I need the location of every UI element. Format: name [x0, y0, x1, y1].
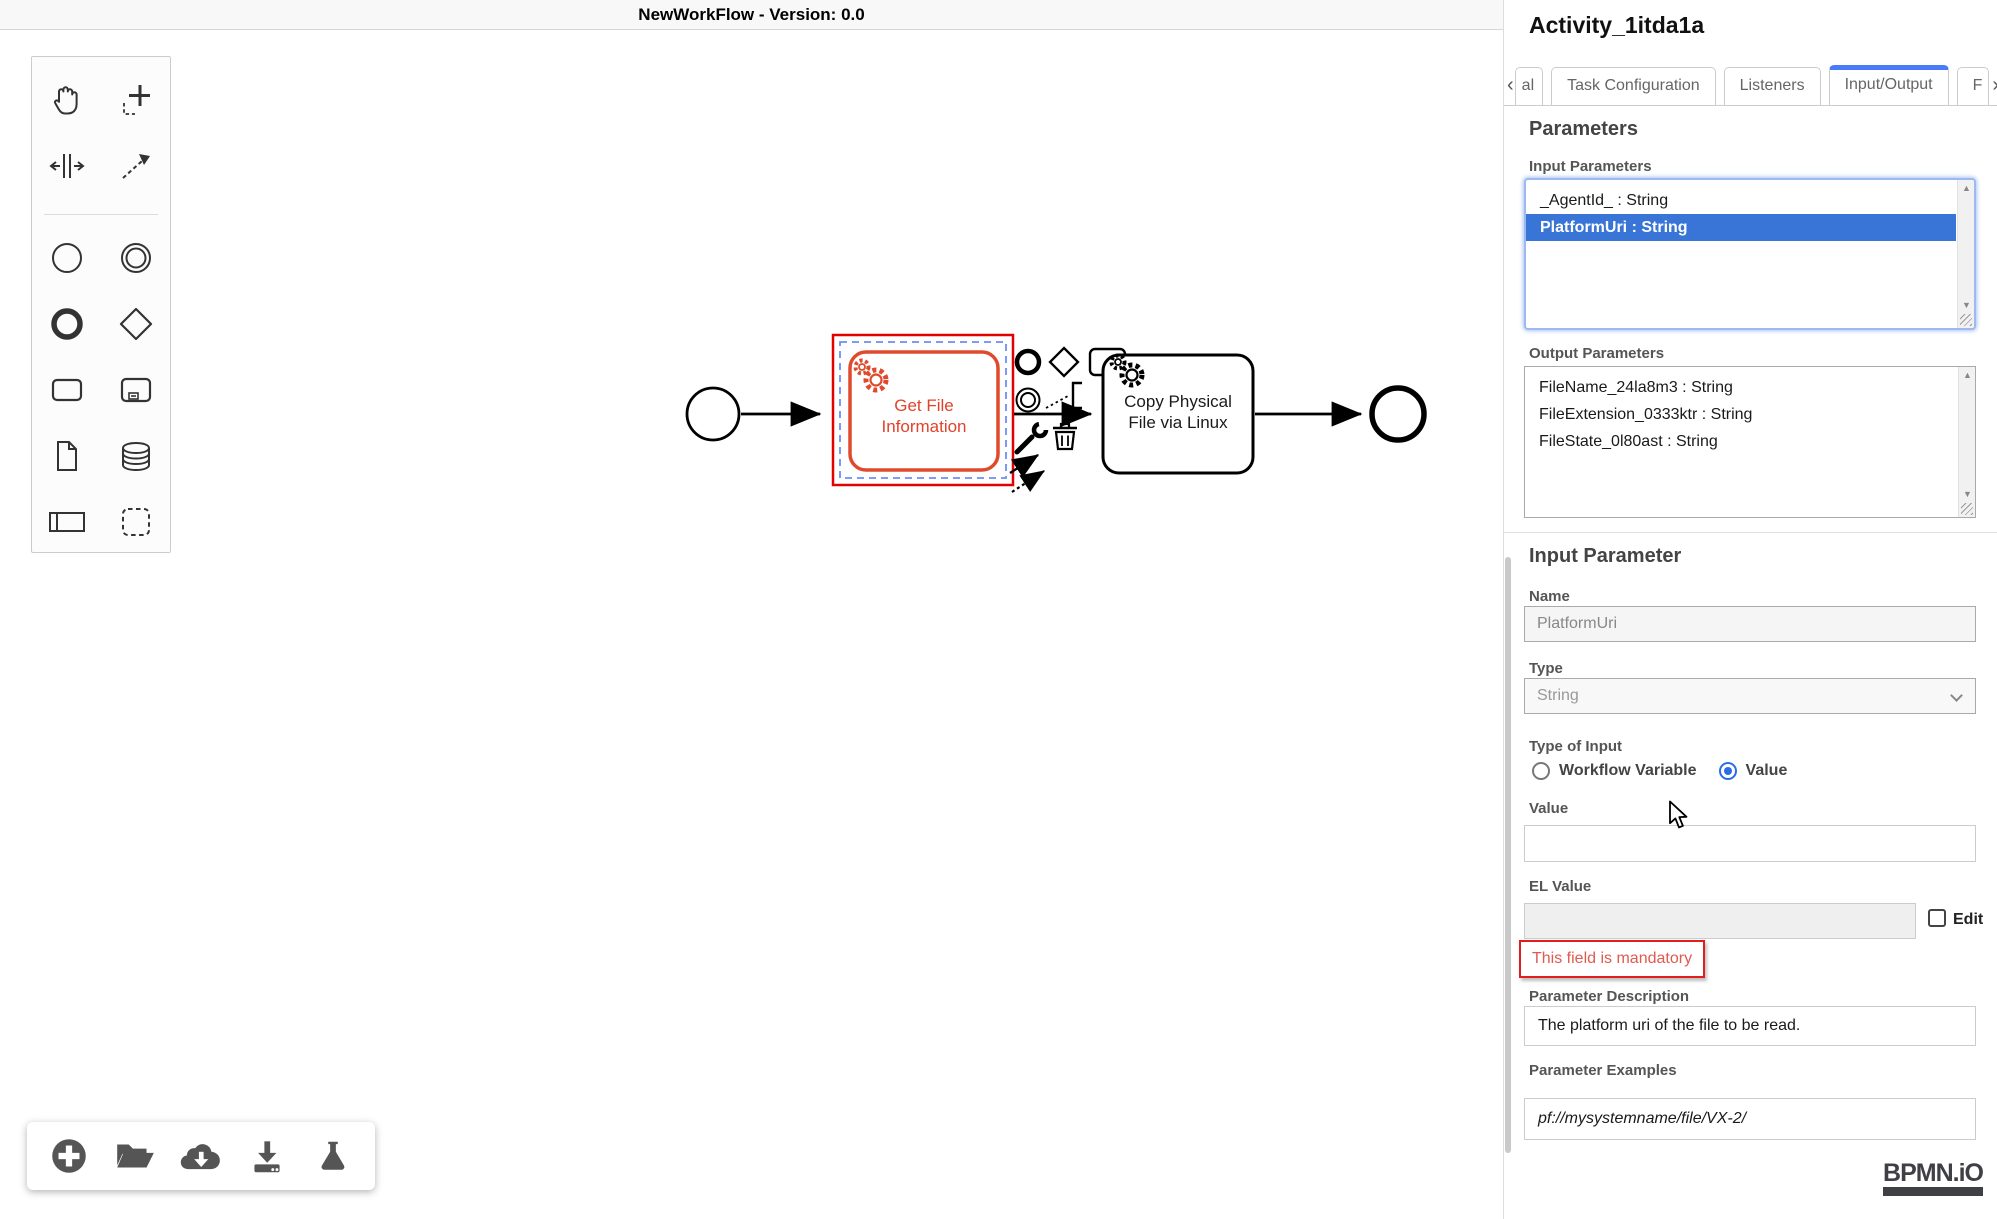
change-type-wrench-icon[interactable] [1017, 424, 1046, 452]
workflow-variable-radio[interactable] [1532, 762, 1550, 780]
create-group-icon[interactable] [101, 489, 170, 555]
edit-checkbox-label: Edit [1953, 911, 1983, 929]
parameter-description-value: The platform uri of the file to be read. [1524, 1006, 1976, 1046]
bpmn-palette [31, 56, 171, 553]
workflow-title-bar: NewWorkFlow - Version: 0.0 [0, 0, 1503, 30]
list-item[interactable]: _AgentId_ : String [1526, 187, 1956, 214]
value-radio[interactable] [1719, 762, 1737, 780]
new-diagram-button[interactable] [45, 1132, 93, 1180]
name-field[interactable] [1524, 606, 1976, 642]
append-end-event-icon[interactable] [1017, 351, 1039, 373]
bpmn-canvas[interactable]: Get File Information [0, 30, 1503, 1219]
scroll-down-icon[interactable]: ▼ [1959, 489, 1976, 499]
create-end-event-icon[interactable] [32, 291, 101, 357]
create-task-icon[interactable] [32, 357, 101, 423]
palette-separator [44, 199, 158, 215]
type-select[interactable]: String [1524, 678, 1976, 714]
listbox-scrollbar[interactable]: ▲ ▼ [1957, 180, 1974, 328]
create-data-store-icon[interactable] [101, 423, 170, 489]
input-parameters-label: Input Parameters [1529, 158, 1652, 175]
task1-label-line1: Get File [894, 396, 954, 415]
parameters-heading: Parameters [1529, 118, 1638, 141]
lasso-tool-icon[interactable] [101, 67, 170, 133]
properties-panel: Activity_1itda1a ‹ al Task Configuration… [1503, 0, 1997, 1219]
list-item-selected[interactable]: PlatformUri : String [1526, 214, 1956, 241]
create-subprocess-icon[interactable] [101, 357, 170, 423]
list-item[interactable]: FileState_0l80ast : String [1525, 428, 1957, 455]
value-field[interactable] [1524, 825, 1976, 862]
create-intermediate-event-icon[interactable] [101, 225, 170, 291]
download-button[interactable] [243, 1132, 291, 1180]
start-event-shape[interactable] [687, 388, 739, 440]
scroll-down-icon[interactable]: ▼ [1958, 300, 1975, 310]
task2-label-line1: Copy Physical [1124, 392, 1232, 411]
test-flask-button[interactable] [309, 1132, 357, 1180]
list-item[interactable]: FileName_24la8m3 : String [1525, 374, 1957, 401]
append-gateway-icon[interactable] [1050, 348, 1078, 376]
parameter-examples-label: Parameter Examples [1529, 1062, 1677, 1079]
space-tool-icon[interactable] [32, 133, 101, 199]
tab-bar: ‹ al Task Configuration Listeners Input/… [1504, 62, 1997, 106]
name-label: Name [1529, 588, 1570, 605]
tab-general-partial[interactable]: al [1515, 67, 1543, 105]
task2-label-line2: File via Linux [1128, 413, 1228, 432]
tab-listeners[interactable]: Listeners [1724, 67, 1821, 105]
mouse-cursor-icon [1666, 800, 1692, 835]
append-intermediate-event-icon[interactable] [1017, 389, 1040, 412]
tab-next-partial[interactable]: F [1957, 67, 1990, 105]
mandatory-error-message: This field is mandatory [1519, 940, 1705, 978]
global-connect-tool-icon[interactable] [101, 133, 170, 199]
parameter-examples-value: pf://mysystemname/file/VX-2/ [1524, 1098, 1976, 1140]
tabs-next-chevron-icon[interactable]: › [1989, 74, 1997, 105]
connect-association-icon[interactable] [1012, 471, 1044, 492]
edit-checkbox[interactable] [1928, 909, 1946, 927]
output-parameters-listbox[interactable]: FileName_24la8m3 : String FileExtension_… [1524, 366, 1976, 518]
type-of-input-label: Type of Input [1529, 738, 1622, 755]
scroll-up-icon[interactable]: ▲ [1959, 370, 1976, 380]
input-parameter-heading: Input Parameter [1529, 545, 1681, 568]
el-value-field[interactable] [1524, 903, 1916, 939]
tab-input-output[interactable]: Input/Output [1829, 65, 1949, 106]
parameter-description-label: Parameter Description [1529, 988, 1689, 1005]
bpmn-diagram: Get File Information [0, 30, 1503, 1219]
value-radio-label: Value [1746, 762, 1788, 780]
type-of-input-radios: Workflow Variable Value [1532, 762, 1787, 780]
workflow-variable-radio-label: Workflow Variable [1559, 762, 1697, 780]
resize-grip-icon[interactable] [1960, 314, 1972, 326]
open-file-button[interactable] [111, 1132, 159, 1180]
diagram-io-toolbar [27, 1122, 375, 1190]
delete-trash-icon[interactable] [1053, 424, 1077, 449]
el-value-label: EL Value [1529, 878, 1591, 895]
section-divider [1504, 532, 1997, 533]
panel-scrollbar-thumb[interactable] [1505, 557, 1511, 1153]
element-id-title: Activity_1itda1a [1529, 12, 1704, 39]
task1-label-line2: Information [881, 417, 966, 436]
type-label: Type [1529, 660, 1563, 677]
list-item[interactable]: FileExtension_0333ktr : String [1525, 401, 1957, 428]
chevron-down-icon [1950, 689, 1963, 702]
value-label: Value [1529, 800, 1568, 817]
workflow-title: NewWorkFlow - Version: 0.0 [638, 5, 864, 24]
cloud-download-button[interactable] [177, 1132, 225, 1180]
create-participant-icon[interactable] [32, 489, 101, 555]
scroll-up-icon[interactable]: ▲ [1958, 183, 1975, 193]
append-text-annotation-icon[interactable] [1046, 383, 1082, 408]
listbox-scrollbar[interactable]: ▲ ▼ [1958, 367, 1975, 517]
create-data-object-icon[interactable] [32, 423, 101, 489]
resize-grip-icon[interactable] [1961, 503, 1973, 515]
create-start-event-icon[interactable] [32, 225, 101, 291]
input-parameters-listbox[interactable]: _AgentId_ : String PlatformUri : String … [1524, 178, 1976, 330]
output-parameters-label: Output Parameters [1529, 345, 1664, 362]
tab-task-configuration[interactable]: Task Configuration [1551, 67, 1716, 105]
hand-tool-icon[interactable] [32, 67, 101, 133]
bpmn-io-logo: BPMN.iO [1883, 1160, 1983, 1196]
create-gateway-icon[interactable] [101, 291, 170, 357]
end-event-shape[interactable] [1372, 388, 1424, 440]
